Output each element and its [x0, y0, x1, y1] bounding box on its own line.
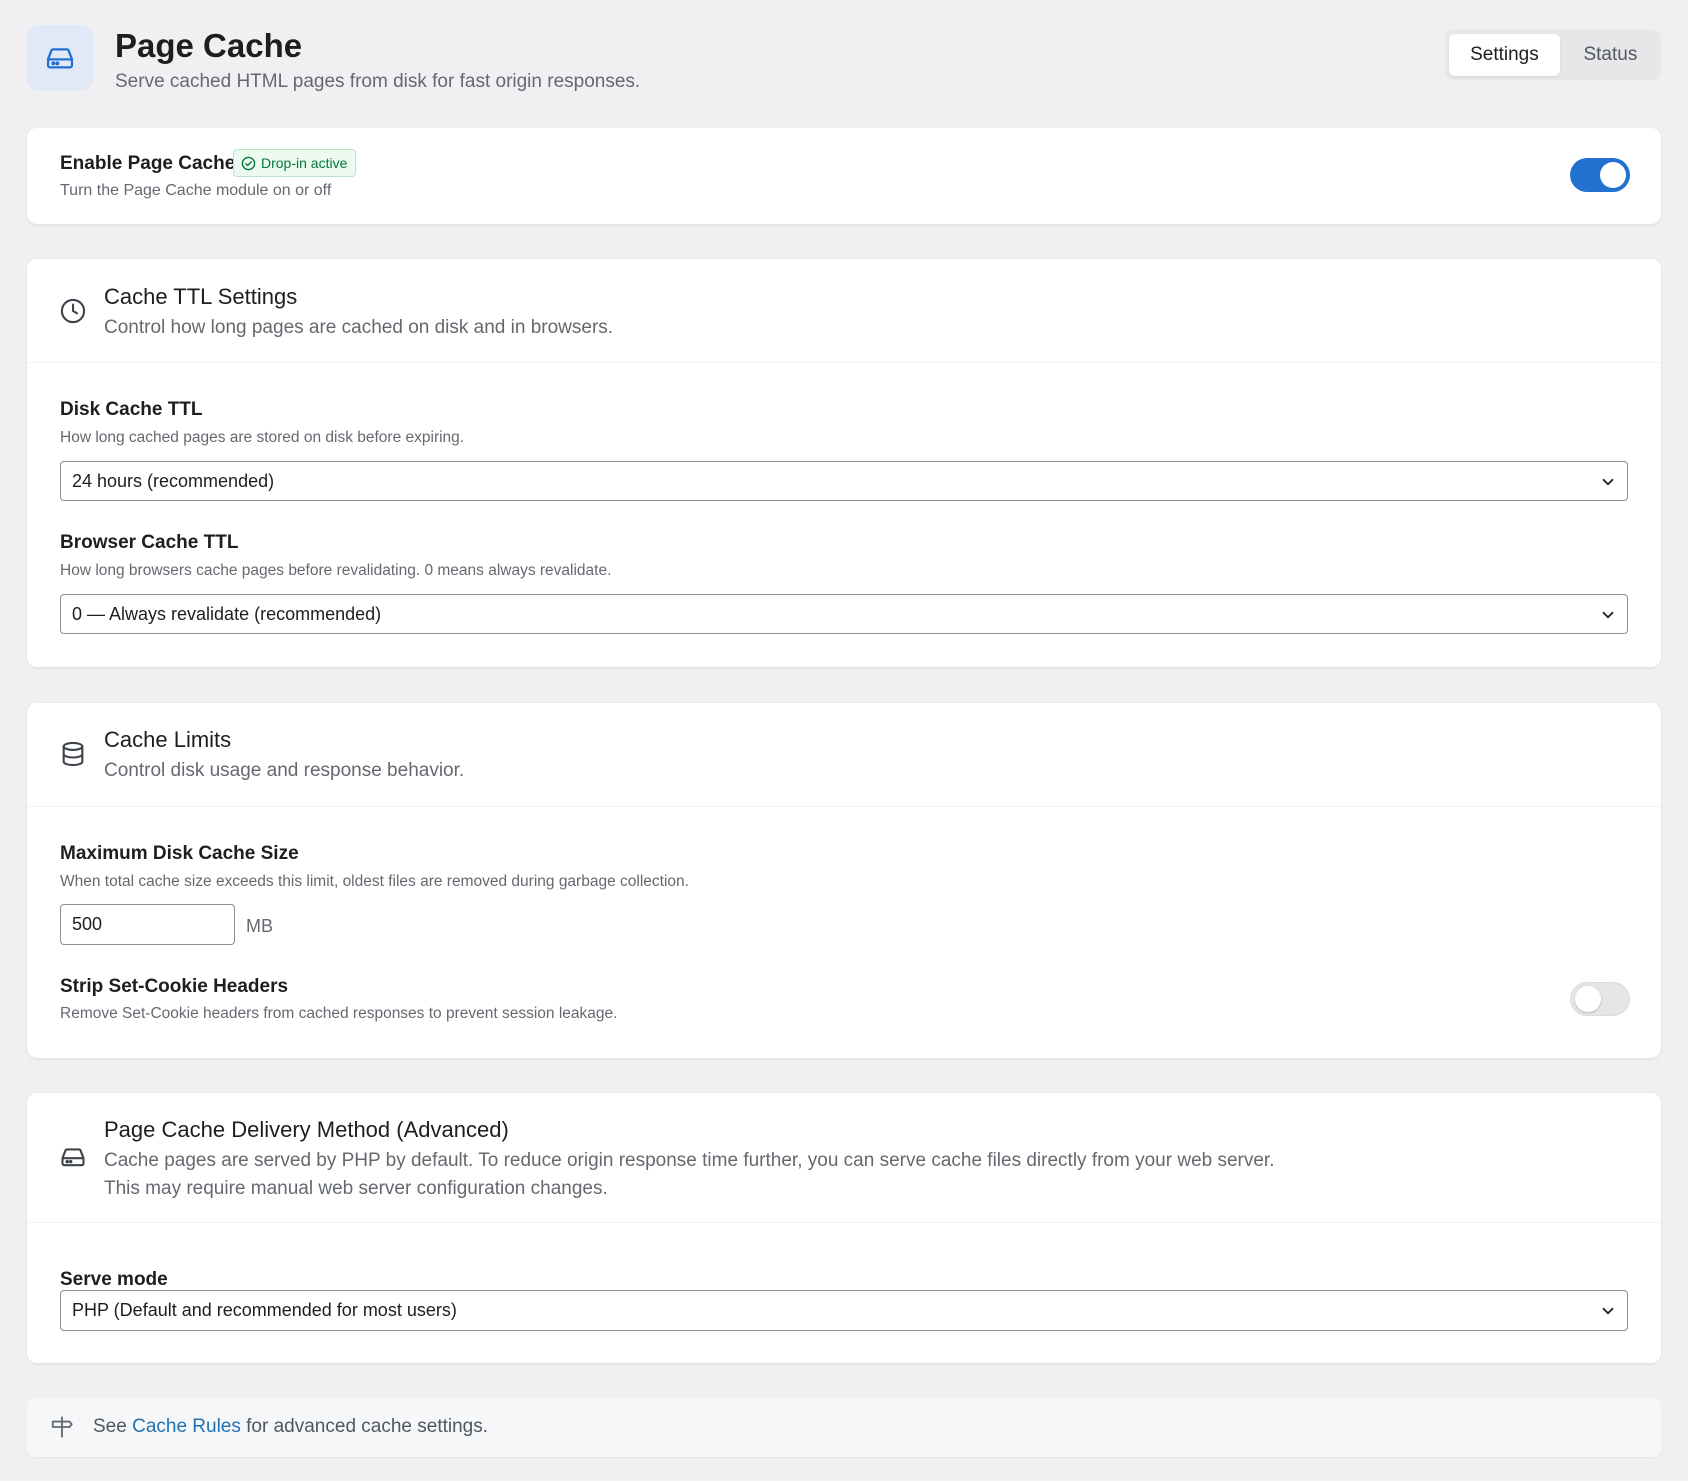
- delivery-method-description-line1: Cache pages are served by PHP by default…: [104, 1150, 1275, 1171]
- disk-cache-ttl-hint: How long cached pages are stored on disk…: [60, 429, 465, 446]
- cache-limits-description: Control disk usage and response behavior…: [104, 760, 465, 781]
- status-badge: Drop-in active: [233, 149, 357, 177]
- tab-bar: Settings Status: [1445, 30, 1661, 80]
- browser-cache-ttl-label: Browser Cache TTL: [60, 532, 239, 553]
- cache-rules-link[interactable]: Cache Rules: [132, 1416, 241, 1437]
- tab-status[interactable]: Status: [1564, 34, 1657, 76]
- cache-ttl-title: Cache TTL Settings: [104, 284, 298, 309]
- max-disk-cache-size-input[interactable]: 500: [60, 904, 235, 945]
- browser-cache-ttl-hint: How long browsers cache pages before rev…: [60, 562, 612, 579]
- cache-ttl-card-header: Cache TTL Settings Control how long page…: [27, 259, 1661, 363]
- strip-set-cookie-hint: Remove Set-Cookie headers from cached re…: [60, 1005, 618, 1022]
- delivery-method-card-header: Page Cache Delivery Method (Advanced) Ca…: [27, 1093, 1661, 1223]
- serve-mode-value: PHP (Default and recommended for most us…: [72, 1300, 457, 1320]
- database-icon: [59, 739, 87, 774]
- cache-limits-card: Cache Limits Control disk usage and resp…: [27, 703, 1661, 1058]
- disk-cache-ttl-label: Disk Cache TTL: [60, 399, 203, 420]
- tab-settings[interactable]: Settings: [1449, 34, 1560, 76]
- page-title: Page Cache: [115, 27, 303, 64]
- delivery-method-description-line2: This may require manual web server confi…: [104, 1178, 608, 1199]
- enable-page-cache-card: Enable Page Cache Drop-in active Turn th…: [27, 128, 1661, 224]
- max-disk-cache-size-label: Maximum Disk Cache Size: [60, 843, 299, 864]
- cache-rules-text: See Cache Rules for advanced cache setti…: [93, 1416, 488, 1438]
- chevron-down-icon: [1599, 1302, 1617, 1325]
- cache-rules-note: See Cache Rules for advanced cache setti…: [27, 1398, 1661, 1457]
- hard-drive-icon: [27, 25, 93, 91]
- max-disk-cache-size-hint: When total cache size exceeds this limit…: [60, 873, 689, 890]
- status-badge-label: Drop-in active: [261, 155, 348, 171]
- page-header: Page Cache Serve cached HTML pages from …: [27, 25, 1661, 97]
- max-disk-cache-size-unit: MB: [246, 916, 273, 936]
- cache-ttl-card: Cache TTL Settings Control how long page…: [27, 259, 1661, 667]
- signpost-icon: [49, 1414, 75, 1440]
- serve-mode-select[interactable]: PHP (Default and recommended for most us…: [60, 1290, 1628, 1331]
- cache-limits-title: Cache Limits: [104, 727, 232, 752]
- disk-cache-ttl-value: 24 hours (recommended): [72, 470, 275, 491]
- delivery-method-card: Page Cache Delivery Method (Advanced) Ca…: [27, 1093, 1661, 1363]
- strip-set-cookie-toggle[interactable]: [1570, 982, 1630, 1016]
- disk-cache-ttl-select[interactable]: 24 hours (recommended): [60, 461, 1628, 501]
- toggle-knob: [1600, 162, 1626, 188]
- chevron-down-icon: [1599, 473, 1617, 496]
- serve-mode-label: Serve mode: [60, 1269, 168, 1290]
- enable-page-cache-toggle[interactable]: [1570, 158, 1630, 192]
- cache-ttl-description: Control how long pages are cached on dis…: [104, 317, 614, 338]
- enable-page-cache-hint: Turn the Page Cache module on or off: [60, 182, 332, 199]
- hard-drive-icon: [59, 1143, 87, 1176]
- check-circle-icon: [241, 156, 256, 171]
- chevron-down-icon: [1599, 606, 1617, 629]
- strip-set-cookie-label: Strip Set-Cookie Headers: [60, 976, 289, 997]
- browser-cache-ttl-select[interactable]: 0 — Always revalidate (recommended): [60, 594, 1628, 634]
- page-subtitle: Serve cached HTML pages from disk for fa…: [115, 71, 641, 92]
- cache-rules-suffix: for advanced cache settings.: [246, 1416, 489, 1437]
- delivery-method-title: Page Cache Delivery Method (Advanced): [104, 1117, 509, 1142]
- enable-page-cache-label: Enable Page Cache: [60, 153, 236, 174]
- toggle-knob: [1575, 986, 1601, 1012]
- cache-rules-prefix: See: [93, 1416, 127, 1437]
- browser-cache-ttl-value: 0 — Always revalidate (recommended): [72, 603, 382, 624]
- cache-limits-card-header: Cache Limits Control disk usage and resp…: [27, 703, 1661, 807]
- clock-icon: [59, 297, 87, 330]
